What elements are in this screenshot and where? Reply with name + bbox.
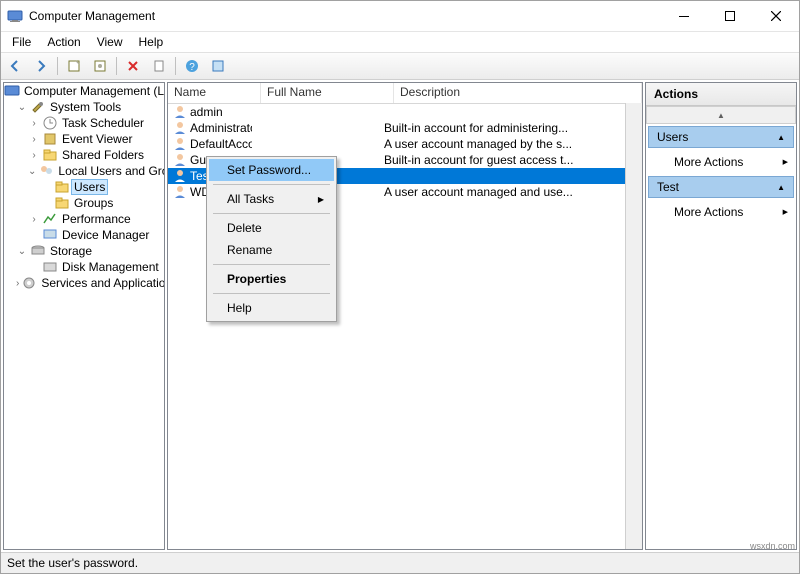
scroll-up-button[interactable]: ▲ xyxy=(646,106,796,124)
disk-icon xyxy=(42,259,58,275)
back-button[interactable] xyxy=(3,54,27,78)
clock-icon xyxy=(42,115,58,131)
collapse-icon: ▲ xyxy=(777,133,785,142)
folder-share-icon xyxy=(42,147,58,163)
expand-icon[interactable]: › xyxy=(28,134,40,145)
window-title: Computer Management xyxy=(29,9,661,23)
collapse-icon: ▲ xyxy=(777,183,785,192)
ctx-separator xyxy=(213,213,330,214)
device-icon xyxy=(42,227,58,243)
ctx-all-tasks[interactable]: All Tasks▶ xyxy=(209,188,334,210)
tree-task-scheduler[interactable]: ›Task Scheduler xyxy=(4,115,164,131)
tree-device-manager[interactable]: Device Manager xyxy=(4,227,164,243)
vertical-scrollbar[interactable] xyxy=(625,103,642,549)
toolbar: ? xyxy=(1,52,799,80)
user-row-admin[interactable]: admin xyxy=(168,104,642,120)
ctx-set-password[interactable]: Set Password... xyxy=(209,159,334,181)
refresh-button[interactable] xyxy=(206,54,230,78)
forward-button[interactable] xyxy=(29,54,53,78)
user-icon xyxy=(172,152,188,168)
ctx-separator xyxy=(213,184,330,185)
services-icon xyxy=(21,275,37,291)
column-description[interactable]: Description xyxy=(394,83,642,103)
folder-icon xyxy=(54,179,70,195)
actions-more-users[interactable]: More Actions▶ xyxy=(646,150,796,174)
tree-local-users-groups[interactable]: ⌄Local Users and Groups xyxy=(4,163,164,179)
menu-help[interactable]: Help xyxy=(132,33,171,51)
users-icon xyxy=(38,163,54,179)
tools-icon xyxy=(30,99,46,115)
expand-icon[interactable]: › xyxy=(28,214,40,225)
tree-event-viewer[interactable]: ›Event Viewer xyxy=(4,131,164,147)
ctx-separator xyxy=(213,264,330,265)
chevron-right-icon: ▶ xyxy=(783,208,788,216)
tree-performance[interactable]: ›Performance xyxy=(4,211,164,227)
chevron-right-icon: ▶ xyxy=(318,195,324,204)
collapse-icon[interactable]: ⌄ xyxy=(28,166,36,177)
perf-icon xyxy=(42,211,58,227)
maximize-button[interactable] xyxy=(707,1,753,31)
context-menu: Set Password... All Tasks▶ Delete Rename… xyxy=(206,156,337,322)
ctx-separator xyxy=(213,293,330,294)
user-icon xyxy=(172,168,188,184)
actions-header: Actions xyxy=(646,83,796,106)
tree-disk-management[interactable]: Disk Management xyxy=(4,259,164,275)
chevron-right-icon: ▶ xyxy=(783,158,788,166)
computer-icon xyxy=(4,83,20,99)
app-icon xyxy=(7,8,23,24)
tree-root[interactable]: Computer Management (Local xyxy=(4,83,164,99)
help-button[interactable]: ? xyxy=(180,54,204,78)
svg-text:?: ? xyxy=(189,62,195,73)
tree-groups[interactable]: Groups xyxy=(4,195,164,211)
tree-users[interactable]: Users xyxy=(4,179,164,195)
ctx-properties[interactable]: Properties xyxy=(209,268,334,290)
user-row-defaultaccount[interactable]: DefaultAccoA user account managed by the… xyxy=(168,136,642,152)
minimize-button[interactable] xyxy=(661,1,707,31)
titlebar[interactable]: Computer Management xyxy=(1,1,799,32)
console-tree[interactable]: Computer Management (Local ⌄ System Tool… xyxy=(3,82,165,550)
status-text: Set the user's password. xyxy=(7,556,138,570)
user-icon xyxy=(172,136,188,152)
storage-icon xyxy=(30,243,46,259)
menu-file[interactable]: File xyxy=(5,33,38,51)
list-header: Name Full Name Description xyxy=(168,83,642,104)
actions-section-test[interactable]: Test▲ xyxy=(648,176,794,198)
folder-icon xyxy=(54,195,70,211)
new-button[interactable] xyxy=(62,54,86,78)
actions-section-users[interactable]: Users▲ xyxy=(648,126,794,148)
status-bar: Set the user's password. xyxy=(1,552,799,573)
ctx-rename[interactable]: Rename xyxy=(209,239,334,261)
actions-pane: Actions ▲ Users▲ More Actions▶ Test▲ Mor… xyxy=(645,82,797,550)
close-button[interactable] xyxy=(753,1,799,31)
collapse-icon[interactable]: ⌄ xyxy=(16,102,28,113)
tree-storage[interactable]: ⌄Storage xyxy=(4,243,164,259)
properties-button[interactable] xyxy=(88,54,112,78)
tree-services-apps[interactable]: ›Services and Applications xyxy=(4,275,164,291)
tree-system-tools[interactable]: ⌄ System Tools xyxy=(4,99,164,115)
event-icon xyxy=(42,131,58,147)
user-row-administrator[interactable]: AdministratorBuilt-in account for admini… xyxy=(168,120,642,136)
collapse-icon[interactable]: ⌄ xyxy=(16,246,28,257)
menubar: File Action View Help xyxy=(1,32,799,52)
expand-icon[interactable]: › xyxy=(28,150,40,161)
expand-icon[interactable]: › xyxy=(16,278,19,289)
body-area: Computer Management (Local ⌄ System Tool… xyxy=(1,80,799,552)
document-button[interactable] xyxy=(147,54,171,78)
computer-management-window: Computer Management File Action View Hel… xyxy=(0,0,800,574)
actions-more-test[interactable]: More Actions▶ xyxy=(646,200,796,224)
user-icon xyxy=(172,104,188,120)
ctx-delete[interactable]: Delete xyxy=(209,217,334,239)
menu-view[interactable]: View xyxy=(90,33,130,51)
ctx-help[interactable]: Help xyxy=(209,297,334,319)
column-fullname[interactable]: Full Name xyxy=(261,83,394,103)
tree-shared-folders[interactable]: ›Shared Folders xyxy=(4,147,164,163)
user-icon xyxy=(172,184,188,200)
expand-icon[interactable]: › xyxy=(28,118,40,129)
watermark: wsxdn.com xyxy=(750,541,795,551)
menu-action[interactable]: Action xyxy=(40,33,87,51)
column-name[interactable]: Name xyxy=(168,83,261,103)
user-icon xyxy=(172,120,188,136)
delete-button[interactable] xyxy=(121,54,145,78)
